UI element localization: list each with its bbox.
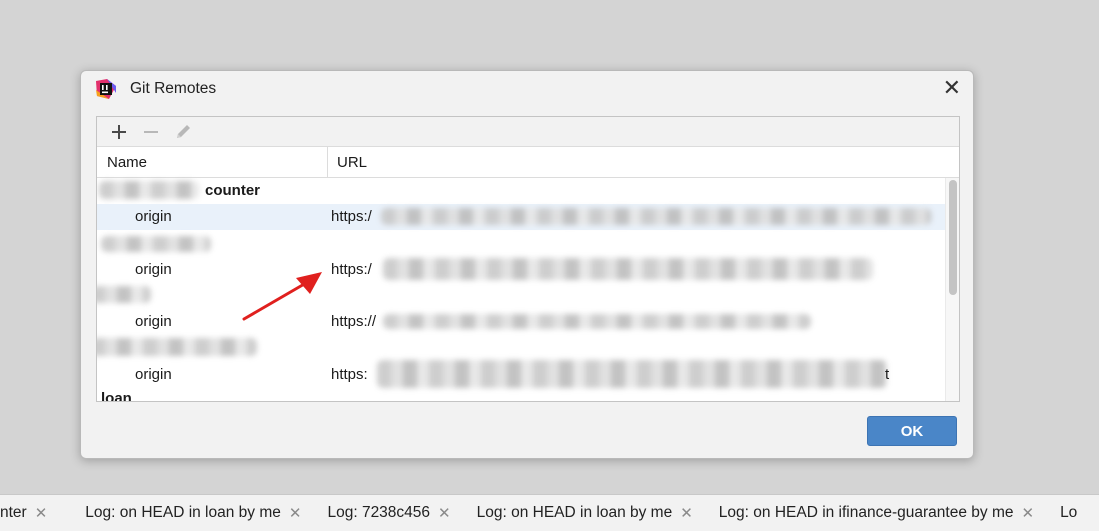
tab-label: Log: 7238c456 [327, 504, 431, 521]
dialog-title: Git Remotes [130, 80, 217, 97]
redacted-group-name [97, 286, 151, 303]
table-row-group[interactable]: counter [97, 178, 946, 204]
edit-remote-button[interactable] [171, 120, 195, 144]
log-tab[interactable]: Log: on HEAD in ifinance-guarantee by me… [713, 495, 1054, 531]
plus-icon [112, 124, 126, 139]
intellij-app-icon [96, 79, 116, 99]
add-remote-button[interactable] [107, 120, 131, 144]
log-tab[interactable]: Log: on HEAD in loan by me ✕ [471, 495, 713, 531]
log-tab[interactable]: Log: on HEAD in loan by me ✕ [67, 495, 321, 531]
redacted-url [383, 258, 873, 280]
remote-url: https:// [331, 313, 377, 330]
redacted-url [381, 208, 931, 225]
close-icon[interactable]: ✕ [680, 504, 693, 522]
table-row[interactable]: origin https:// [97, 309, 946, 335]
remove-remote-button[interactable] [139, 120, 163, 144]
log-tab[interactable]: nter ✕ [0, 495, 67, 531]
ok-button[interactable]: OK [867, 416, 957, 446]
remote-name: origin [135, 366, 172, 383]
group-name: loan [101, 390, 132, 402]
close-icon[interactable]: ✕ [438, 504, 451, 522]
table-row-group[interactable]: loan [97, 388, 946, 402]
redacted-group-name [97, 338, 257, 356]
table-row-group[interactable] [97, 283, 946, 309]
close-icon[interactable]: ✕ [943, 77, 961, 99]
redacted-url [377, 360, 887, 388]
remote-url: https: [331, 366, 368, 383]
tab-label: Lo [1060, 504, 1078, 521]
remote-name: origin [135, 313, 172, 330]
tab-label: Log: on HEAD in loan by me [85, 504, 281, 521]
column-divider[interactable] [327, 147, 328, 177]
table-row[interactable]: origin https: t [97, 360, 946, 388]
remote-name: origin [135, 208, 172, 225]
scrollbar-thumb[interactable] [949, 180, 957, 295]
table-row[interactable]: origin https:/ [97, 257, 946, 283]
log-tab[interactable]: Log: 7238c456 ✕ [321, 495, 470, 531]
minus-icon [144, 130, 158, 133]
vertical-scrollbar[interactable] [945, 178, 959, 401]
remote-url-tail: t [885, 366, 890, 383]
close-icon[interactable]: ✕ [1021, 504, 1034, 522]
remotes-toolbar [97, 117, 959, 147]
group-name: counter [205, 182, 261, 199]
column-header-url[interactable]: URL [337, 154, 367, 171]
git-remotes-dialog: Git Remotes ✕ Name URL counter origin ht… [80, 70, 974, 459]
close-icon[interactable]: ✕ [289, 504, 302, 522]
title-bar: Git Remotes ✕ [81, 71, 973, 107]
close-icon[interactable]: ✕ [35, 504, 48, 522]
table-row-group[interactable] [97, 230, 946, 256]
remote-name: origin [135, 261, 172, 278]
tab-label: Log: on HEAD in loan by me [476, 504, 673, 521]
remote-url: https:/ [331, 261, 372, 278]
log-tab-strip: nter ✕ Log: on HEAD in loan by me ✕ Log:… [0, 494, 1099, 531]
annotation-arrow-icon [242, 272, 322, 321]
redacted-group-name [101, 236, 211, 252]
remote-url: https:/ [331, 208, 372, 225]
tab-label: Log: on HEAD in ifinance-guarantee by me [718, 504, 1014, 521]
tab-label: nter [0, 504, 27, 521]
remotes-table-body: counter origin https:/ origin https:/ or… [97, 178, 959, 402]
redacted-url [383, 314, 811, 329]
table-row-group[interactable] [97, 335, 946, 361]
table-row[interactable]: origin https:/ [97, 204, 946, 230]
column-header-name[interactable]: Name [107, 154, 147, 171]
table-header: Name URL [97, 147, 959, 178]
redacted-group-name [99, 181, 199, 199]
remotes-panel: Name URL counter origin https:/ origin h… [96, 116, 960, 402]
log-tab[interactable]: Lo [1054, 495, 1077, 531]
pencil-icon [177, 124, 190, 138]
